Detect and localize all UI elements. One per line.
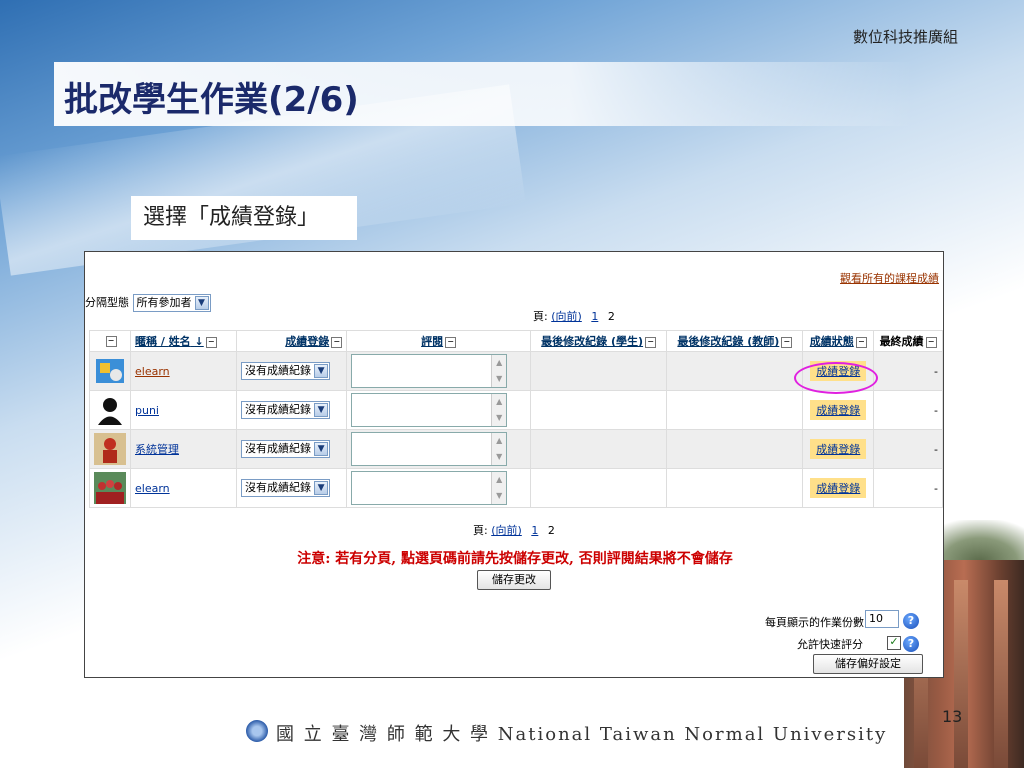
pager-top: 頁: (向前) 1 2	[533, 308, 615, 324]
col-grade-entry[interactable]: 成績登錄	[285, 335, 329, 348]
help-icon[interactable]: ?	[903, 613, 919, 629]
col-final-grade: 最終成績	[879, 335, 924, 348]
user-name-link[interactable]: elearn	[135, 482, 170, 495]
per-page-label: 每頁顯示的作業份數	[765, 616, 864, 629]
slide-page-number: 13	[942, 707, 963, 726]
group-mode-value: 所有參加者	[136, 296, 192, 309]
col-comment[interactable]: 評閱	[421, 335, 443, 348]
collapse-icon[interactable]: −	[781, 336, 793, 348]
collapse-icon[interactable]: −	[855, 336, 867, 348]
view-all-grades-link[interactable]: 觀看所有的課程成績	[840, 270, 939, 286]
col-last-mod-student[interactable]: 最後修改紀錄 (學生)	[541, 335, 643, 348]
grade-select-value: 沒有成績紀錄	[245, 442, 312, 455]
warning-text: 注意: 若有分頁, 點選頁碼前請先按儲存更改, 否則評閱結果將不會儲存	[297, 551, 733, 567]
quick-grade-label: 允許快速評分	[797, 638, 863, 651]
col-name[interactable]: 姓名	[169, 335, 191, 348]
user-name-link[interactable]: elearn	[135, 365, 170, 378]
submissions-table: − 暱稱 / 姓名 ↓ − 成績登錄 − 評閱 − 最後修改紀錄 (學生) − 最後修改…	[89, 330, 943, 508]
university-seal-icon	[246, 720, 268, 742]
scrollbar[interactable]: ▲ ▼	[491, 433, 507, 465]
grade-select-value: 沒有成績紀錄	[245, 403, 312, 416]
grade-select[interactable]: 沒有成績紀錄 ▼	[241, 362, 331, 380]
col-separator: /	[157, 335, 169, 348]
app-icon	[96, 359, 124, 383]
scrollbar[interactable]: ▲ ▼	[491, 472, 507, 504]
grade-select[interactable]: 沒有成績紀錄 ▼	[241, 479, 331, 497]
figure-icon	[94, 433, 126, 465]
callout-box: 選擇「成績登錄」	[131, 196, 357, 240]
col-last-mod-teacher[interactable]: 最後修改紀錄 (教師)	[677, 335, 779, 348]
chevron-down-icon: ▼	[314, 442, 329, 456]
grade-select-value: 沒有成績紀錄	[245, 364, 312, 377]
final-grade-value: -	[873, 468, 943, 508]
collapse-icon[interactable]: −	[331, 336, 343, 348]
grade-select[interactable]: 沒有成績紀錄 ▼	[241, 401, 331, 419]
silhouette-icon	[98, 398, 122, 425]
grade-entry-button[interactable]: 成績登錄	[810, 400, 867, 420]
collapse-icon[interactable]: −	[105, 336, 117, 347]
collapse-icon[interactable]: −	[645, 336, 657, 348]
pager-prev-link[interactable]: (向前)	[491, 524, 522, 537]
table-row: 系統管理 沒有成績紀錄 ▼ ▲ ▼ 成績登錄 -	[89, 429, 943, 469]
help-icon[interactable]: ?	[903, 636, 919, 652]
avatar[interactable]	[89, 468, 131, 508]
grade-entry-button[interactable]: 成績登錄	[810, 439, 867, 459]
pager-page-2[interactable]: 2	[608, 310, 615, 323]
col-nickname[interactable]: 暱稱	[135, 335, 157, 348]
collapse-icon[interactable]: −	[205, 336, 217, 348]
final-grade-value: -	[873, 429, 943, 469]
quick-grade-checkbox[interactable]: ✓	[887, 636, 901, 650]
table-row: elearn 沒有成績紀錄 ▼ ▲ ▼ 成績登錄 -	[89, 468, 943, 508]
pager-bottom: 頁: (向前) 1 2	[473, 522, 555, 538]
avatar[interactable]	[89, 390, 131, 430]
final-grade-value: -	[873, 351, 943, 391]
col-status[interactable]: 成績狀態	[810, 335, 854, 348]
pager-label: 頁:	[473, 524, 488, 537]
pager-label: 頁:	[533, 310, 548, 323]
table-row: puni 沒有成績紀錄 ▼ ▲ ▼ 成績登錄 -	[89, 390, 943, 430]
table-header-row: − 暱稱 / 姓名 ↓ − 成績登錄 − 評閱 − 最後修改紀錄 (學生) − 最後修改…	[89, 330, 943, 352]
scrollbar[interactable]: ▲ ▼	[491, 394, 507, 426]
pager-page-2[interactable]: 2	[548, 524, 555, 537]
final-grade-value: -	[873, 390, 943, 430]
chevron-down-icon: ▼	[194, 296, 209, 310]
grade-entry-button[interactable]: 成績登錄	[810, 478, 867, 498]
user-name-link[interactable]: 系統管理	[135, 443, 179, 456]
moodle-screenshot: 觀看所有的課程成績 分隔型態 所有參加者 ▼ 頁: (向前) 1 2 − 暱稱 /…	[84, 251, 944, 678]
group-mode-label: 分隔型態	[85, 296, 129, 309]
sort-arrow-icon: ↓	[194, 335, 204, 348]
avatar[interactable]	[89, 429, 131, 469]
collapse-icon[interactable]: −	[925, 336, 937, 348]
grade-select[interactable]: 沒有成績紀錄 ▼	[241, 440, 331, 458]
per-page-input[interactable]: 10	[865, 610, 899, 628]
department-label: 數位科技推廣組	[852, 28, 958, 46]
chevron-down-icon: ▼	[314, 403, 329, 417]
comment-textarea[interactable]: ▲ ▼	[351, 432, 508, 466]
avatar[interactable]	[89, 351, 131, 391]
collapse-icon[interactable]: −	[445, 336, 457, 348]
save-preferences-button[interactable]: 儲存偏好設定	[813, 654, 923, 674]
chevron-down-icon: ▼	[314, 481, 329, 495]
save-changes-button[interactable]: 儲存更改	[477, 570, 551, 590]
comment-textarea[interactable]: ▲ ▼	[351, 471, 508, 505]
user-name-link[interactable]: puni	[135, 404, 159, 417]
slide-title: 批改學生作業(2/6)	[64, 80, 359, 120]
chevron-down-icon: ▼	[314, 364, 329, 378]
group-photo	[94, 472, 126, 504]
footer-university: 國 立 臺 灣 師 範 大 學 National Taiwan Normal U…	[276, 724, 888, 745]
grade-select-value: 沒有成績紀錄	[245, 481, 312, 494]
pager-page-1[interactable]: 1	[591, 310, 598, 323]
comment-textarea[interactable]: ▲ ▼	[351, 393, 508, 427]
group-mode: 分隔型態 所有參加者 ▼	[85, 294, 211, 312]
group-mode-select[interactable]: 所有參加者 ▼	[132, 294, 211, 312]
pager-prev-link[interactable]: (向前)	[551, 310, 582, 323]
highlight-circle	[794, 362, 878, 394]
scrollbar[interactable]: ▲ ▼	[491, 355, 507, 387]
pager-page-1[interactable]: 1	[531, 524, 538, 537]
comment-textarea[interactable]: ▲ ▼	[351, 354, 508, 388]
